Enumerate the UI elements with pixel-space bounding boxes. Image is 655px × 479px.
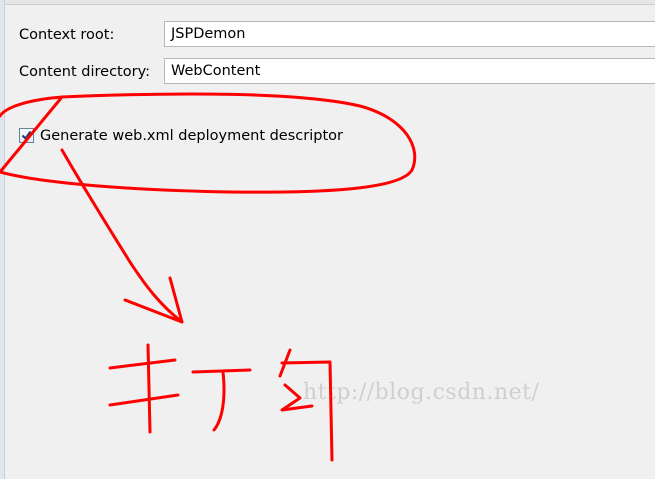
hand-drawn-annotation <box>0 92 417 462</box>
annotation-glyph-3 <box>278 348 334 462</box>
annotation-glyph-1 <box>108 343 180 434</box>
annotation-glyph-2 <box>191 368 252 432</box>
annotation-ellipse <box>0 92 417 194</box>
annotation-arrow-shaft <box>60 148 184 324</box>
